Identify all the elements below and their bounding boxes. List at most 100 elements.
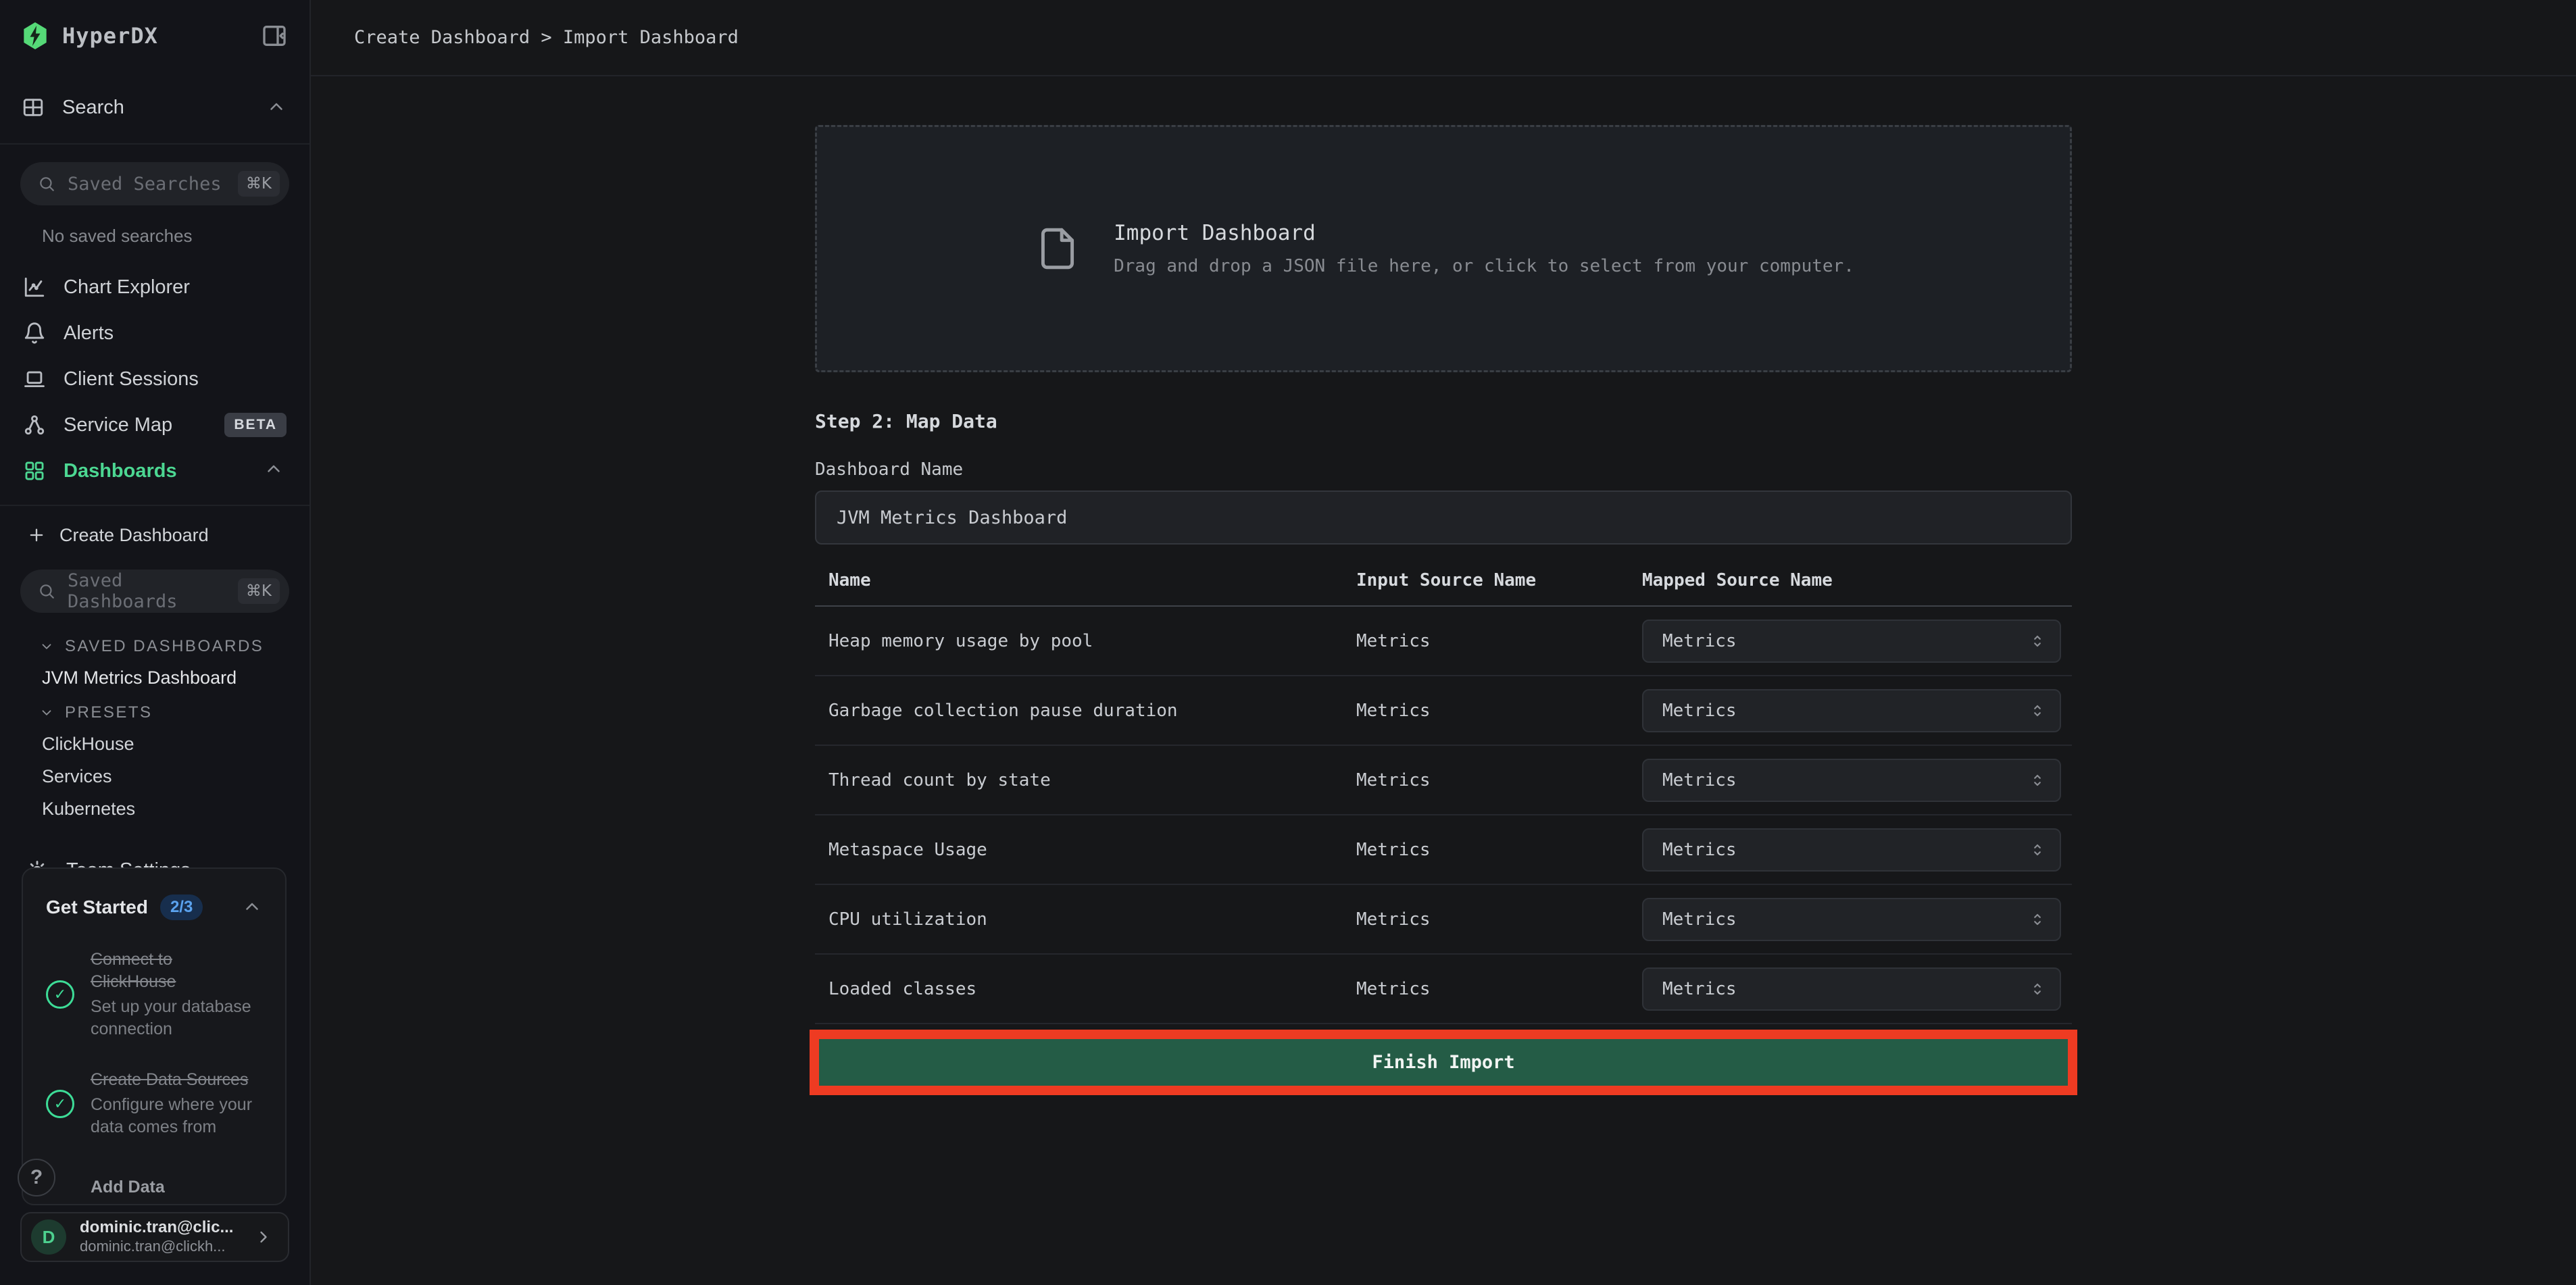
mapped-source-select[interactable]: Metrics [1642, 967, 2061, 1011]
create-dashboard-label: Create Dashboard [59, 525, 209, 546]
sidebar-item-service-map[interactable]: Service Map BETA [0, 402, 309, 448]
no-saved-searches-text: No saved searches [42, 226, 309, 247]
column-header-name: Name [815, 570, 1345, 590]
search-section-label: Search [62, 97, 124, 119]
beta-badge: BETA [224, 413, 287, 437]
chart-explorer-icon [23, 276, 46, 299]
row-input-source: Metrics [1345, 909, 1633, 930]
row-input-source: Metrics [1345, 840, 1633, 860]
dropzone-subtitle: Drag and drop a JSON file here, or click… [1114, 256, 1854, 276]
sidebar-item-services[interactable]: Services [0, 760, 309, 792]
dropzone-title: Import Dashboard [1114, 221, 1854, 245]
breadcrumb: Create Dashboard > Import Dashboard [354, 27, 739, 48]
dashboard-name-label: Dashboard Name [815, 459, 2072, 480]
finish-import-button[interactable]: Finish Import [819, 1039, 2068, 1086]
dashboards-grid-icon [23, 459, 46, 482]
column-header-mapped-source: Mapped Source Name [1633, 570, 2072, 590]
get-started-step-sources[interactable]: ✓ Create Data Sources Configure where yo… [46, 1069, 262, 1138]
selected-value: Metrics [1662, 840, 1737, 860]
mapped-source-select[interactable]: Metrics [1642, 620, 2061, 663]
table-row: Loaded classes Metrics Metrics [815, 955, 2072, 1024]
nav-label: Chart Explorer [64, 276, 190, 299]
selected-value: Metrics [1662, 979, 1737, 999]
sidebar-item-dashboards[interactable]: Dashboards [0, 448, 309, 494]
annotation-highlight-box: Finish Import [810, 1030, 2077, 1095]
row-name: Garbage collection pause duration [815, 701, 1345, 721]
create-dashboard-button[interactable]: Create Dashboard [0, 511, 309, 559]
row-input-source: Metrics [1345, 979, 1633, 999]
help-button[interactable]: ? [18, 1159, 55, 1196]
mapping-table: Name Input Source Name Mapped Source Nam… [815, 559, 2072, 1024]
laptop-icon [23, 368, 46, 390]
import-dropzone[interactable]: Import Dashboard Drag and drop a JSON fi… [815, 125, 2072, 372]
sidebar-item-alerts[interactable]: Alerts [0, 310, 309, 356]
table-row: Metaspace Usage Metrics Metrics [815, 815, 2072, 885]
mapped-source-select[interactable]: Metrics [1642, 898, 2061, 941]
nav-label: Service Map [64, 414, 172, 436]
get-started-card: Get Started 2/3 ✓ Connect to ClickHouse … [22, 867, 287, 1205]
chevron-right-icon [254, 1228, 273, 1246]
main-area: Import Dashboard Drag and drop a JSON fi… [311, 76, 2576, 1285]
saved-dashboards-header: SAVED DASHBOARDS [65, 637, 264, 656]
chevron-down-icon [39, 639, 54, 654]
select-chevrons-icon [2029, 701, 2046, 721]
table-header: Name Input Source Name Mapped Source Nam… [815, 559, 2072, 607]
select-chevrons-icon [2029, 840, 2046, 860]
file-icon [1033, 218, 1083, 279]
chevron-up-icon[interactable] [266, 97, 287, 118]
select-chevrons-icon [2029, 631, 2046, 651]
selected-value: Metrics [1662, 701, 1737, 721]
get-started-step-connect[interactable]: ✓ Connect to ClickHouse Set up your data… [46, 949, 262, 1040]
select-chevrons-icon [2029, 979, 2046, 999]
sidebar-nav: Chart Explorer Alerts Client Sessions Se… [0, 264, 309, 494]
mapped-source-select[interactable]: Metrics [1642, 689, 2061, 732]
row-input-source: Metrics [1345, 701, 1633, 721]
row-name: Thread count by state [815, 770, 1345, 790]
app-title: HyperDX [62, 23, 158, 49]
select-chevrons-icon [2029, 770, 2046, 790]
dashboard-name-input[interactable]: JVM Metrics Dashboard [815, 490, 2072, 545]
check-circle-icon: ✓ [46, 1090, 74, 1118]
saved-dashboards-group[interactable]: SAVED DASHBOARDS [0, 632, 309, 661]
mapped-source-select[interactable]: Metrics [1642, 828, 2061, 872]
hyperdx-logo-icon [22, 21, 49, 51]
table-row: Garbage collection pause duration Metric… [815, 676, 2072, 746]
selected-value: Metrics [1662, 909, 1737, 930]
row-input-source: Metrics [1345, 770, 1633, 790]
presets-group[interactable]: PRESETS [0, 698, 309, 728]
get-started-step-add-data[interactable]: Add Data Start sending logs, metrics, or… [46, 1176, 262, 1205]
table-row: Thread count by state Metrics Metrics [815, 746, 2072, 815]
table-row: CPU utilization Metrics Metrics [815, 885, 2072, 955]
step-desc: Configure where your data comes from [91, 1094, 262, 1138]
bell-icon [23, 322, 46, 345]
user-name: dominic.tran@clic... [80, 1218, 233, 1238]
presets-header: PRESETS [65, 703, 153, 722]
user-email: dominic.tran@clickh... [80, 1238, 233, 1255]
step-label: Step 2: Map Data [815, 410, 2072, 432]
service-map-icon [23, 413, 46, 436]
chevron-up-icon[interactable] [242, 897, 262, 917]
sidebar-item-client-sessions[interactable]: Client Sessions [0, 356, 309, 402]
sidebar-item-clickhouse[interactable]: ClickHouse [0, 728, 309, 760]
sidebar-item-jvm-metrics-dashboard[interactable]: JVM Metrics Dashboard [0, 661, 309, 694]
table-icon [22, 96, 45, 119]
row-name: Metaspace Usage [815, 840, 1345, 860]
selected-value: Metrics [1662, 770, 1737, 790]
sidebar-section-search[interactable]: Search [0, 86, 309, 145]
step-title: Connect to ClickHouse [91, 949, 262, 993]
topbar: Create Dashboard > Import Dashboard [311, 0, 2576, 76]
shortcut-badge: ⌘K [238, 578, 280, 604]
mapped-source-select[interactable]: Metrics [1642, 759, 2061, 802]
row-name: CPU utilization [815, 909, 1345, 930]
saved-searches-input[interactable]: Saved Searches ⌘K [20, 162, 289, 205]
saved-dashboards-input[interactable]: Saved Dashboards ⌘K [20, 570, 289, 613]
collapse-sidebar-icon[interactable] [261, 22, 288, 49]
nav-label: Dashboards [64, 460, 177, 482]
chevron-up-icon[interactable] [264, 459, 287, 482]
sidebar: HyperDX Search Saved Searches ⌘K No save… [0, 0, 311, 1285]
select-chevrons-icon [2029, 909, 2046, 930]
user-account-button[interactable]: D dominic.tran@clic... dominic.tran@clic… [20, 1212, 289, 1262]
sidebar-item-kubernetes[interactable]: Kubernetes [0, 792, 309, 825]
nav-label: Client Sessions [64, 368, 199, 390]
sidebar-item-chart-explorer[interactable]: Chart Explorer [0, 264, 309, 310]
